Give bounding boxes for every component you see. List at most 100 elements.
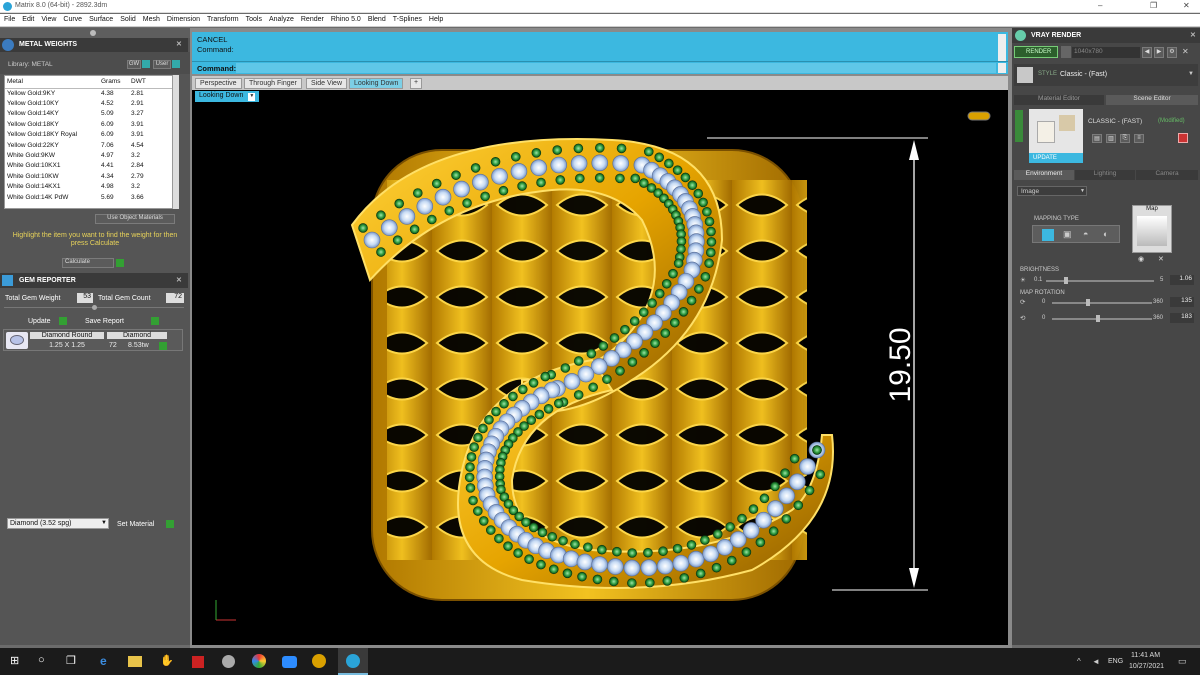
- command-scrollbar[interactable]: [998, 34, 1006, 61]
- table-row[interactable]: Yellow Gold:14KY 5.09 3.27: [5, 109, 172, 119]
- menu-curve[interactable]: Curve: [63, 16, 82, 23]
- table-row[interactable]: Yellow Gold:10KY 4.52 2.91: [5, 98, 172, 108]
- rhino-icon[interactable]: [222, 655, 235, 668]
- chevron-up-icon[interactable]: ^: [1077, 657, 1081, 666]
- edge-browser-icon[interactable]: e: [100, 654, 116, 670]
- panel-splitter[interactable]: [0, 28, 190, 38]
- table-row[interactable]: Yellow Gold:18KY Royal 6.09 3.91: [5, 130, 172, 140]
- search-icon[interactable]: ○: [38, 654, 54, 670]
- command-input-scroll[interactable]: [998, 63, 1006, 73]
- mapping-cube-icon[interactable]: ▣: [1063, 229, 1072, 240]
- input-language[interactable]: ENG: [1108, 658, 1123, 665]
- tab-through-finger[interactable]: Through Finger: [244, 78, 302, 89]
- tab-looking-down[interactable]: Looking Down: [349, 78, 404, 89]
- map-clear-icon[interactable]: ✕: [1158, 255, 1164, 263]
- use-object-materials-button[interactable]: Use Object Materials: [95, 214, 175, 224]
- tab-material-editor[interactable]: Material Editor: [1014, 95, 1104, 105]
- minimize-button[interactable]: –: [1098, 1, 1102, 10]
- environment-type-select[interactable]: Image ▼: [1017, 186, 1087, 196]
- close-icon[interactable]: ✕: [1182, 47, 1189, 56]
- scene-side-handle[interactable]: [1015, 110, 1023, 142]
- tab-environment[interactable]: Environment: [1014, 170, 1074, 180]
- rotation1-slider[interactable]: [1052, 302, 1152, 304]
- gw-toggle[interactable]: [142, 60, 150, 68]
- matrix-taskbar-item[interactable]: [338, 648, 368, 675]
- mapping-sphere-icon[interactable]: ◐: [1103, 229, 1108, 239]
- calculate-button[interactable]: Calculate: [62, 258, 114, 268]
- update-preview-button[interactable]: UPDATE: [1029, 153, 1083, 163]
- save-report-go-icon[interactable]: [151, 317, 159, 325]
- brightness-slider-knob[interactable]: [1064, 277, 1068, 284]
- menu-mesh[interactable]: Mesh: [143, 16, 160, 23]
- delete-preset-icon[interactable]: [1178, 133, 1188, 143]
- table-row[interactable]: Yellow Gold:18KY 6.09 3.91: [5, 119, 172, 129]
- tab-perspective[interactable]: Perspective: [195, 78, 242, 89]
- style-row[interactable]: STYLE Classic - (Fast) ▼: [1014, 64, 1198, 86]
- clock-date[interactable]: 10/27/2021: [1129, 663, 1164, 670]
- view-gizmo-icon[interactable]: [967, 111, 991, 121]
- table-row[interactable]: White Gold:14KX1 4.98 3.2: [5, 182, 172, 192]
- rotation2-slider-knob[interactable]: [1096, 315, 1100, 322]
- menu-view[interactable]: View: [41, 16, 56, 23]
- update-go-icon[interactable]: [59, 317, 67, 325]
- gw-button[interactable]: GW: [127, 60, 141, 69]
- render-button[interactable]: RENDER: [1014, 46, 1058, 58]
- resolution-field[interactable]: 1040x780: [1072, 47, 1140, 58]
- menu-blend[interactable]: Blend: [368, 16, 386, 23]
- command-field[interactable]: [236, 63, 996, 73]
- table-row[interactable]: White Gold:10KX1 4.41 2.84: [5, 161, 172, 171]
- rotation1-slider-knob[interactable]: [1086, 299, 1090, 306]
- environment-map-thumbnail[interactable]: Map: [1132, 205, 1172, 253]
- load-preset-icon[interactable]: ▥: [1106, 134, 1116, 143]
- metal-table-scrollbar[interactable]: [173, 75, 179, 209]
- gear-icon[interactable]: ⚙: [1167, 47, 1177, 58]
- menu-file[interactable]: File: [4, 16, 15, 23]
- clock-time[interactable]: 11:41 AM: [1131, 652, 1160, 659]
- set-material-button[interactable]: Set Material: [117, 521, 154, 528]
- play-icon[interactable]: ▶: [1154, 47, 1164, 58]
- app-icon-1[interactable]: ✋: [160, 654, 176, 670]
- update-button[interactable]: Update: [28, 318, 51, 325]
- notifications-icon[interactable]: ▭: [1178, 656, 1187, 667]
- close-button[interactable]: ✕: [1183, 1, 1190, 10]
- tab-side-view[interactable]: Side View: [306, 78, 348, 89]
- chrome-icon[interactable]: [252, 654, 266, 668]
- menu-solid[interactable]: Solid: [120, 16, 136, 23]
- tab-lighting[interactable]: Lighting: [1075, 170, 1135, 180]
- menu-edit[interactable]: Edit: [22, 16, 34, 23]
- gem-list-item[interactable]: Diamond Round 1.25 X 1.25 Diamond 72 8.5…: [3, 329, 183, 351]
- map-settings-icon[interactable]: ◉: [1138, 255, 1144, 263]
- mapping-screen-icon[interactable]: [1042, 229, 1054, 241]
- add-viewport-icon[interactable]: +: [410, 78, 422, 89]
- rotation2-value[interactable]: 183: [1170, 313, 1194, 323]
- table-row[interactable]: White Gold:9KW 4.97 3.2: [5, 150, 172, 160]
- menu-tools[interactable]: Tools: [246, 16, 262, 23]
- menu-tsplines[interactable]: T-Splines: [393, 16, 422, 23]
- splitter-handle-icon[interactable]: [90, 30, 96, 36]
- menu-surface[interactable]: Surface: [89, 16, 113, 23]
- table-row[interactable]: White Gold:14K PdW 5.69 3.66: [5, 192, 172, 202]
- file-explorer-icon[interactable]: [128, 656, 142, 667]
- save-preset-icon[interactable]: ▤: [1092, 134, 1102, 143]
- menu-analyze[interactable]: Analyze: [269, 16, 294, 23]
- mapping-dome-icon[interactable]: ◓: [1083, 229, 1088, 239]
- menu-rhino[interactable]: Rhino 5.0: [331, 16, 361, 23]
- menu-dimension[interactable]: Dimension: [167, 16, 200, 23]
- app-icon-2[interactable]: [192, 656, 204, 668]
- brightness-slider[interactable]: [1046, 280, 1154, 282]
- gem-go-icon[interactable]: [159, 342, 167, 350]
- task-view-icon[interactable]: ❐: [66, 654, 82, 670]
- windows-start-icon[interactable]: ⊞: [10, 654, 26, 670]
- tab-scene-editor[interactable]: Scene Editor: [1106, 95, 1198, 105]
- rotation2-slider[interactable]: [1052, 318, 1152, 320]
- table-row[interactable]: White Gold:10KW 4.34 2.79: [5, 171, 172, 181]
- command-input[interactable]: Command:: [192, 61, 1008, 74]
- maximize-button[interactable]: ❐: [1150, 1, 1157, 10]
- speaker-icon[interactable]: ◄: [1092, 657, 1100, 666]
- rotation1-value[interactable]: 135: [1170, 297, 1194, 307]
- tab-camera[interactable]: Camera: [1136, 170, 1198, 180]
- set-material-go-icon[interactable]: [166, 520, 174, 528]
- table-row[interactable]: Yellow Gold:22KY 7.06 4.54: [5, 140, 172, 150]
- menu-render[interactable]: Render: [301, 16, 324, 23]
- chevron-down-icon[interactable]: ▼: [1188, 71, 1194, 77]
